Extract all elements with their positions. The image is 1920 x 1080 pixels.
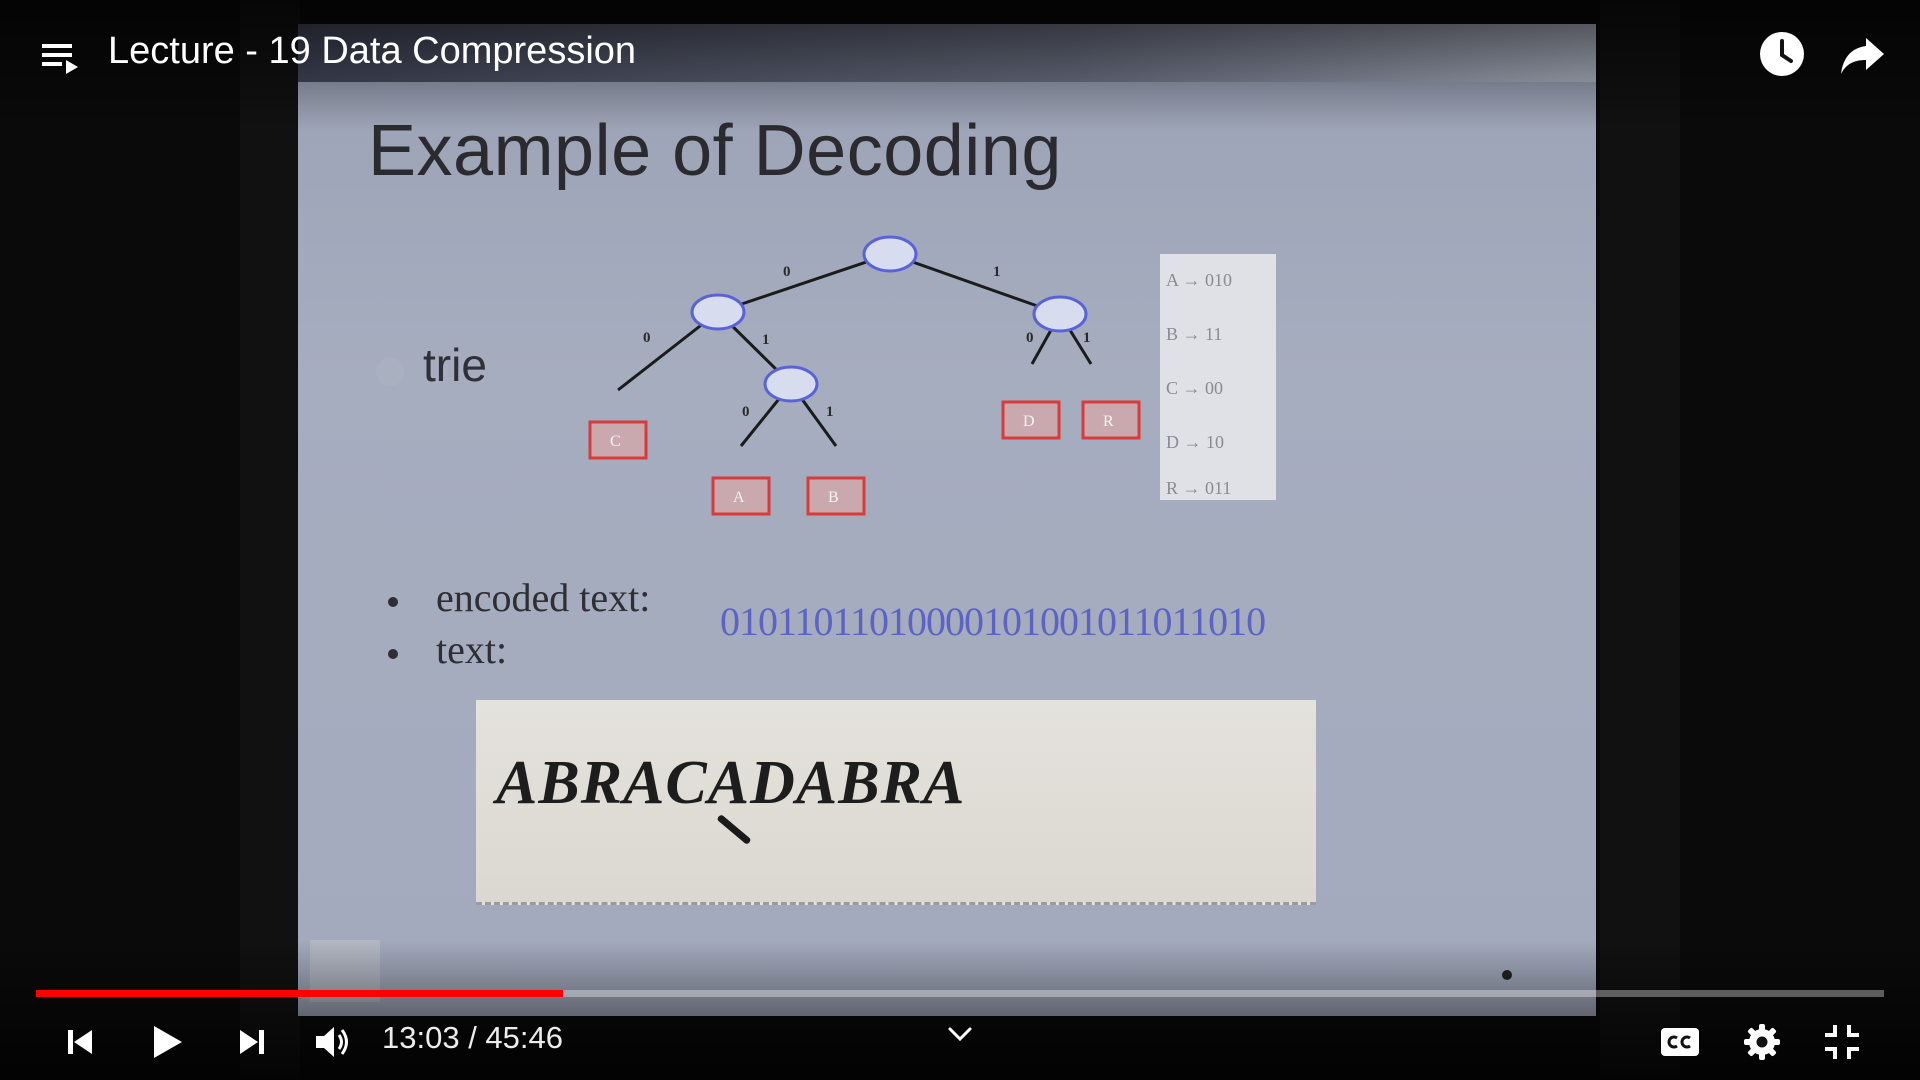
gear-icon	[1744, 1024, 1780, 1060]
trie-edge-label: 0	[643, 330, 651, 346]
captions-button[interactable]	[1654, 1016, 1706, 1068]
trie-node	[1032, 295, 1088, 333]
previous-button[interactable]	[54, 1016, 106, 1068]
bullet-dot	[388, 597, 398, 607]
next-button[interactable]	[226, 1016, 278, 1068]
trie-leaf-label: B	[828, 489, 839, 506]
chevron-down-icon[interactable]	[944, 1024, 976, 1046]
trie-leaf-label: R	[1103, 413, 1114, 430]
video-letterbox-left	[240, 0, 300, 1080]
code-table-row: D → 10	[1166, 432, 1224, 452]
trie-edge-label: 1	[993, 264, 1001, 280]
play-icon	[154, 1026, 182, 1058]
trie-leaf-label: D	[1023, 413, 1035, 430]
playlist-icon[interactable]	[40, 38, 80, 78]
trie-bullet-icon	[376, 358, 404, 386]
exit-fullscreen-button[interactable]	[1816, 1016, 1868, 1068]
settings-button[interactable]	[1736, 1016, 1788, 1068]
lecture-slide: Example of Decoding trie C A B D R 0 1 0…	[298, 24, 1596, 1016]
trie-edge-label: 1	[826, 404, 834, 420]
trie-leaf-label: C	[610, 433, 621, 450]
code-table-row: A → 010	[1166, 270, 1233, 290]
volume-icon	[316, 1027, 348, 1057]
encoded-text-value: 01011011010000101001011011010	[720, 599, 1266, 644]
trie-node	[690, 293, 746, 331]
progress-bar-played	[36, 990, 563, 997]
decoded-text-box: ABRACADABRA	[476, 700, 1316, 905]
text-label: text:	[436, 627, 508, 672]
mute-button[interactable]	[306, 1016, 358, 1068]
trie-diagram: C A B D R 0 1 0 1 0 1 0 1	[588, 235, 1141, 516]
trie-leaf-label: A	[733, 489, 745, 506]
decoded-text: ABRACADABRA	[496, 749, 966, 817]
clock-icon[interactable]	[1758, 30, 1806, 78]
bullet-dot	[388, 649, 398, 659]
trie-edge-label: 0	[783, 264, 791, 280]
trie-edge-label: 0	[1026, 330, 1034, 346]
time-total: 45:46	[485, 1020, 563, 1055]
play-button[interactable]	[140, 1016, 192, 1068]
trie-edge-label: 0	[742, 404, 750, 420]
exit-fullscreen-icon	[1825, 1025, 1859, 1059]
share-icon[interactable]	[1838, 30, 1888, 78]
video-letterbox-right	[1600, 0, 1680, 1080]
trie-edge-label: 1	[762, 332, 770, 348]
skip-next-icon	[240, 1030, 264, 1054]
time-separator: /	[459, 1020, 486, 1055]
trie-edge-label: 1	[1083, 330, 1091, 346]
code-table: A → 010 B → 11 C → 00 D → 10 R → 011	[1160, 254, 1276, 500]
code-table-row: R → 011	[1166, 478, 1232, 498]
video-title[interactable]: Lecture - 19 Data Compression	[108, 30, 636, 73]
bottom-overlay	[0, 940, 1920, 1080]
trie-node	[763, 365, 819, 403]
trie-node-root	[862, 235, 918, 273]
skip-previous-icon	[68, 1030, 92, 1054]
code-table-row: C → 00	[1166, 378, 1224, 398]
time-current: 13:03	[382, 1020, 460, 1055]
cc-icon	[1661, 1028, 1699, 1056]
progress-bar[interactable]	[36, 990, 1884, 997]
time-display: 13:03 / 45:46	[382, 1020, 563, 1056]
code-table-row: B → 11	[1166, 324, 1223, 344]
trie-label: trie	[423, 339, 487, 391]
encoded-text-label: encoded text:	[436, 575, 651, 620]
video-frame[interactable]: Example of Decoding trie C A B D R 0 1 0…	[0, 0, 1920, 1080]
